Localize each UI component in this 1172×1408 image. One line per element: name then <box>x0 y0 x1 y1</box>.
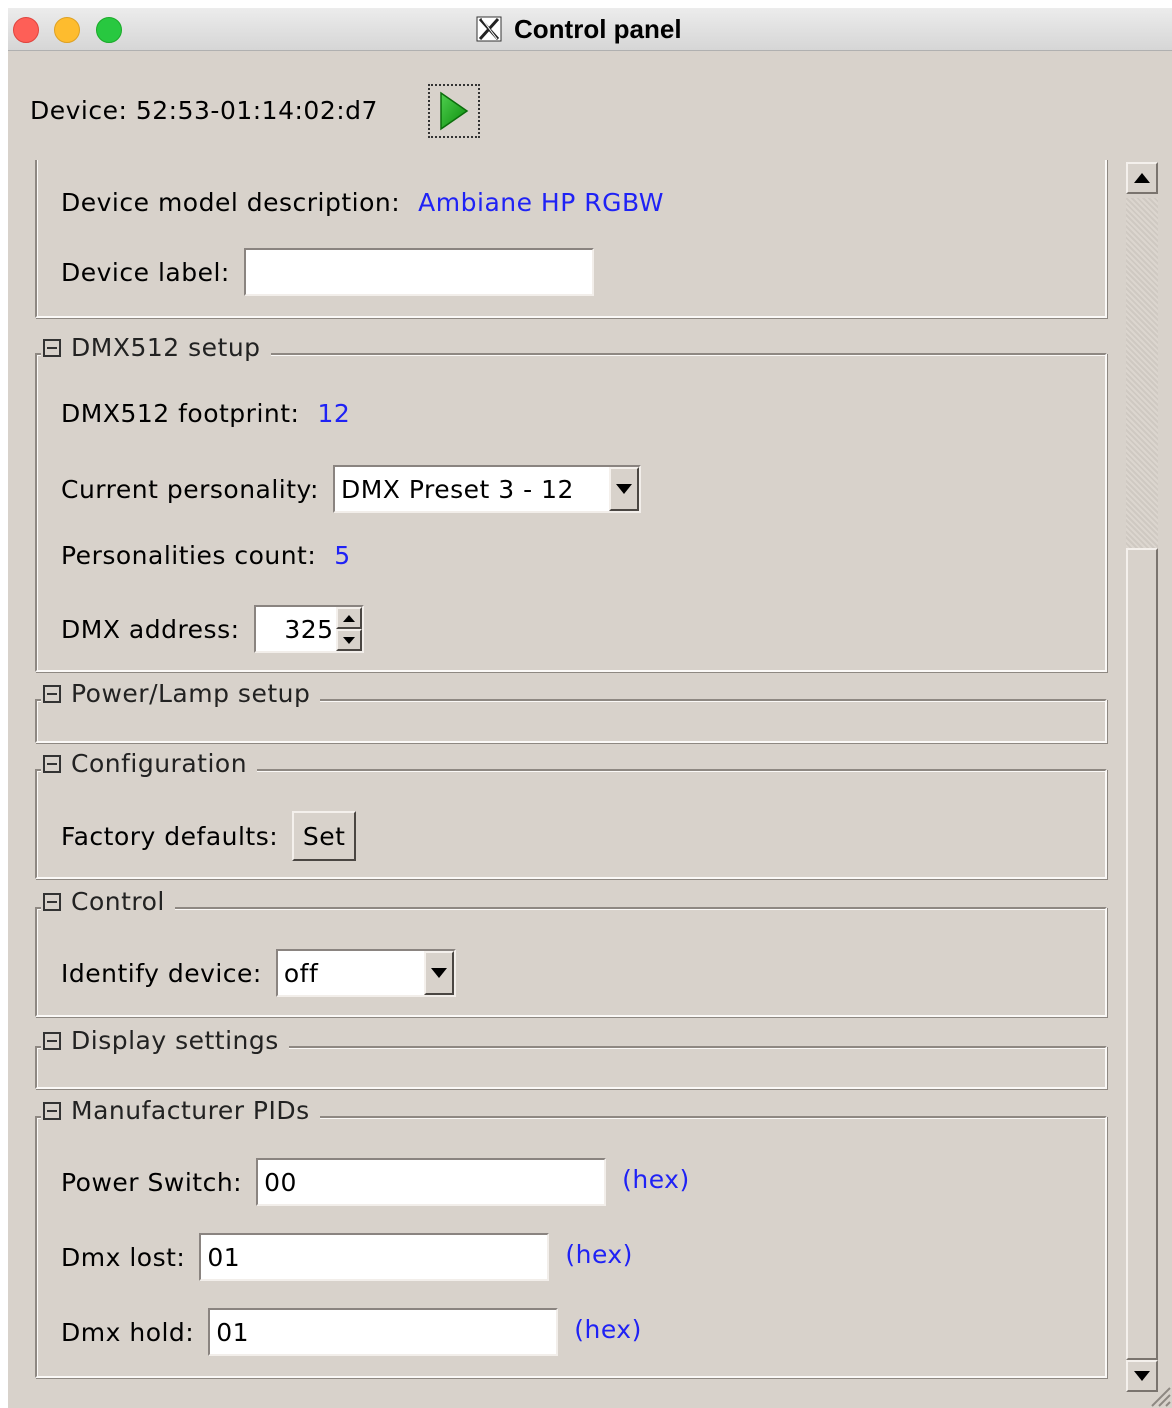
power-lamp-setup-title: Power/Lamp setup <box>71 679 311 708</box>
scrollbar-track[interactable] <box>1126 198 1158 550</box>
scrollbar-thumb[interactable] <box>1126 548 1158 1360</box>
chevron-down-icon <box>430 968 447 978</box>
title-bar: Control panel <box>8 8 1172 51</box>
model-description-label: Device model description: <box>61 188 401 217</box>
dmx512-setup-title: DMX512 setup <box>71 333 261 362</box>
dmx512-setup-header[interactable]: DMX512 setup <box>41 333 271 362</box>
collapse-icon[interactable] <box>43 754 61 773</box>
footprint-row: DMX512 footprint: 12 <box>61 399 350 428</box>
close-window-button[interactable] <box>13 17 39 43</box>
dmx-hold-row: Dmx hold: 01 (hex) <box>61 1308 642 1356</box>
manufacturer-pids-group: Manufacturer PIDs Power Switch: 00 (hex)… <box>35 1096 1107 1378</box>
dmx-address-value[interactable]: 325 <box>256 607 336 651</box>
footprint-value: 12 <box>317 399 351 428</box>
control-panel-window: Control panel Device: 52:53-01:14:02:d7 … <box>8 8 1172 1408</box>
spin-up-button[interactable] <box>335 607 362 629</box>
display-settings-title: Display settings <box>71 1026 279 1055</box>
device-label-row: Device label: <box>61 248 594 296</box>
dmx-address-spin-buttons <box>335 607 362 651</box>
personalities-count-label: Personalities count: <box>61 541 317 570</box>
personality-selected-value: DMX Preset 3 - 12 <box>340 474 574 504</box>
device-label-input[interactable] <box>243 248 594 296</box>
device-header: Device: 52:53-01:14:02:d7 <box>30 96 378 125</box>
control-header[interactable]: Control <box>41 887 175 916</box>
model-description-value: Ambiane HP RGBW <box>418 188 664 217</box>
power-switch-label: Power Switch: <box>61 1167 243 1197</box>
arrow-up-icon <box>342 614 355 622</box>
personality-row: Current personality: DMX Preset 3 - 12 <box>61 465 641 513</box>
dmx-hold-input[interactable]: 01 <box>208 1308 559 1356</box>
model-description-row: Device model description: Ambiane HP RGB… <box>61 188 664 217</box>
vertical-scrollbar[interactable] <box>1124 160 1162 1396</box>
collapse-icon[interactable] <box>43 892 61 911</box>
chevron-down-icon <box>615 484 632 494</box>
arrow-up-icon <box>1134 173 1150 183</box>
personalities-count-row: Personalities count: 5 <box>61 541 351 570</box>
x11-icon <box>476 16 502 42</box>
configuration-title: Configuration <box>71 749 248 778</box>
power-switch-hex-hint: (hex) <box>622 1164 690 1194</box>
identify-device-label: Identify device: <box>61 958 262 988</box>
display-settings-group: Display settings <box>35 1026 1107 1089</box>
device-label-label: Device label: <box>61 257 230 287</box>
dmx-lost-input[interactable]: 01 <box>199 1233 550 1281</box>
dmx-address-row: DMX address: 325 <box>61 605 364 653</box>
arrow-down-icon <box>342 636 355 644</box>
window-title-group: Control panel <box>476 14 682 44</box>
collapse-icon[interactable] <box>43 1101 61 1120</box>
personality-select[interactable]: DMX Preset 3 - 12 <box>332 465 641 513</box>
resize-grip-icon[interactable] <box>1144 1380 1172 1408</box>
collapse-icon[interactable] <box>43 1031 61 1050</box>
power-switch-row: Power Switch: 00 (hex) <box>61 1158 690 1206</box>
window-title: Control panel <box>514 13 682 44</box>
dmx-address-spinbox[interactable]: 325 <box>253 605 364 653</box>
collapse-icon[interactable] <box>43 338 61 357</box>
maximize-window-button[interactable] <box>96 17 122 43</box>
identify-device-row: Identify device: off <box>61 949 456 997</box>
dmx-hold-hex-hint: (hex) <box>574 1314 642 1344</box>
factory-defaults-row: Factory defaults: Set <box>61 811 357 861</box>
footprint-label: DMX512 footprint: <box>61 399 300 428</box>
play-icon <box>440 91 469 131</box>
control-title: Control <box>71 887 165 916</box>
personality-label: Current personality: <box>61 474 319 504</box>
device-label: Device: <box>30 96 128 125</box>
dmx-address-label: DMX address: <box>61 614 240 644</box>
configuration-header[interactable]: Configuration <box>41 749 258 778</box>
dmx512-setup-group: DMX512 setup DMX512 footprint: 12 Curren… <box>35 333 1107 672</box>
control-group: Control Identify device: off <box>35 887 1107 1017</box>
personality-dropdown-button[interactable] <box>608 467 639 511</box>
dmx-hold-label: Dmx hold: <box>61 1317 195 1347</box>
scroll-up-button[interactable] <box>1126 162 1158 194</box>
dmx-lost-row: Dmx lost: 01 (hex) <box>61 1233 633 1281</box>
device-info-group: Device model description: Ambiane HP RGB… <box>35 160 1107 318</box>
collapse-icon[interactable] <box>43 684 61 703</box>
spin-down-button[interactable] <box>335 629 362 651</box>
manufacturer-pids-header[interactable]: Manufacturer PIDs <box>41 1096 320 1125</box>
minimize-window-button[interactable] <box>54 17 80 43</box>
dmx-lost-hex-hint: (hex) <box>565 1239 633 1269</box>
power-lamp-setup-group: Power/Lamp setup <box>35 679 1107 743</box>
identify-device-select[interactable]: off <box>275 949 456 997</box>
factory-defaults-label: Factory defaults: <box>61 821 279 851</box>
power-lamp-setup-header[interactable]: Power/Lamp setup <box>41 679 321 708</box>
power-switch-input[interactable]: 00 <box>256 1158 607 1206</box>
identify-device-dropdown-button[interactable] <box>423 951 454 995</box>
play-button[interactable] <box>428 84 480 138</box>
display-settings-header[interactable]: Display settings <box>41 1026 289 1055</box>
device-id: 52:53-01:14:02:d7 <box>135 96 378 125</box>
configuration-group: Configuration Factory defaults: Set <box>35 749 1107 879</box>
manufacturer-pids-title: Manufacturer PIDs <box>71 1096 310 1125</box>
factory-defaults-set-button[interactable]: Set <box>292 811 357 861</box>
identify-device-selected-value: off <box>283 958 319 988</box>
dmx-lost-label: Dmx lost: <box>61 1242 186 1272</box>
settings-scroll-area[interactable]: Device model description: Ambiane HP RGB… <box>8 160 1172 1408</box>
personalities-count-value: 5 <box>334 541 351 570</box>
